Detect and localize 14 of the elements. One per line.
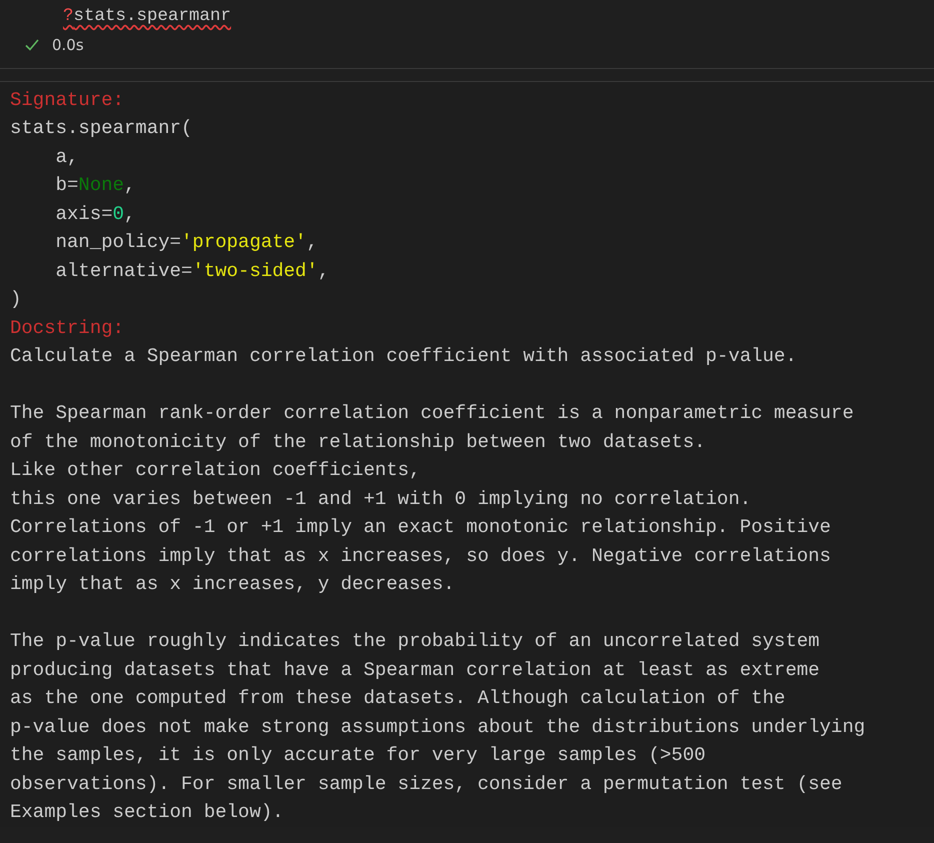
signature-line: ) xyxy=(10,287,22,312)
docstring-paragraph: The p-value roughly indicates the probability of an uncorrelated system producing datasets that have a Spearman correlation at least as extreme as the one computed from these datasets. Although calculation of the p-value does not make strong assumptions about the distributions underlying the samples, it is only accurate for very large samples (>500 observations). For smaller sample sizes, consider a permutation test (see Examples section below). xyxy=(10,629,866,826)
signature-line: nan_policy='propagate', xyxy=(54,230,319,256)
signature-line: axis=0, xyxy=(54,202,136,227)
signature-line: alternative='two-sided', xyxy=(54,258,330,284)
execution-time: 0.0s xyxy=(52,36,84,54)
docstring-label: Docstring: xyxy=(10,316,126,341)
signature-line: b=None, xyxy=(54,173,136,198)
docstring-paragraph: The Spearman rank-order correlation coefficient is a nonparametric measure of the monotonicity of the relationship between two datasets. Like other correlation coefficients, this one varies between -1 and +1 with 0 implying no correlation. Correlations of -1 or +1 imply an exact monotonic relationship. Positive correlations imply that as x increases, so does y. Negative correlations imply that as x increases, y decreases. xyxy=(10,401,855,598)
code-input[interactable]: ?stats.spearmanr xyxy=(63,3,232,29)
signature-line: a, xyxy=(54,144,80,170)
signature-label: Signature: xyxy=(10,88,126,113)
docstring-paragraph: Calculate a Spearman correlation coefficient with associated p-value. xyxy=(10,344,798,370)
signature-line: stats.spearmanr( xyxy=(10,116,194,142)
